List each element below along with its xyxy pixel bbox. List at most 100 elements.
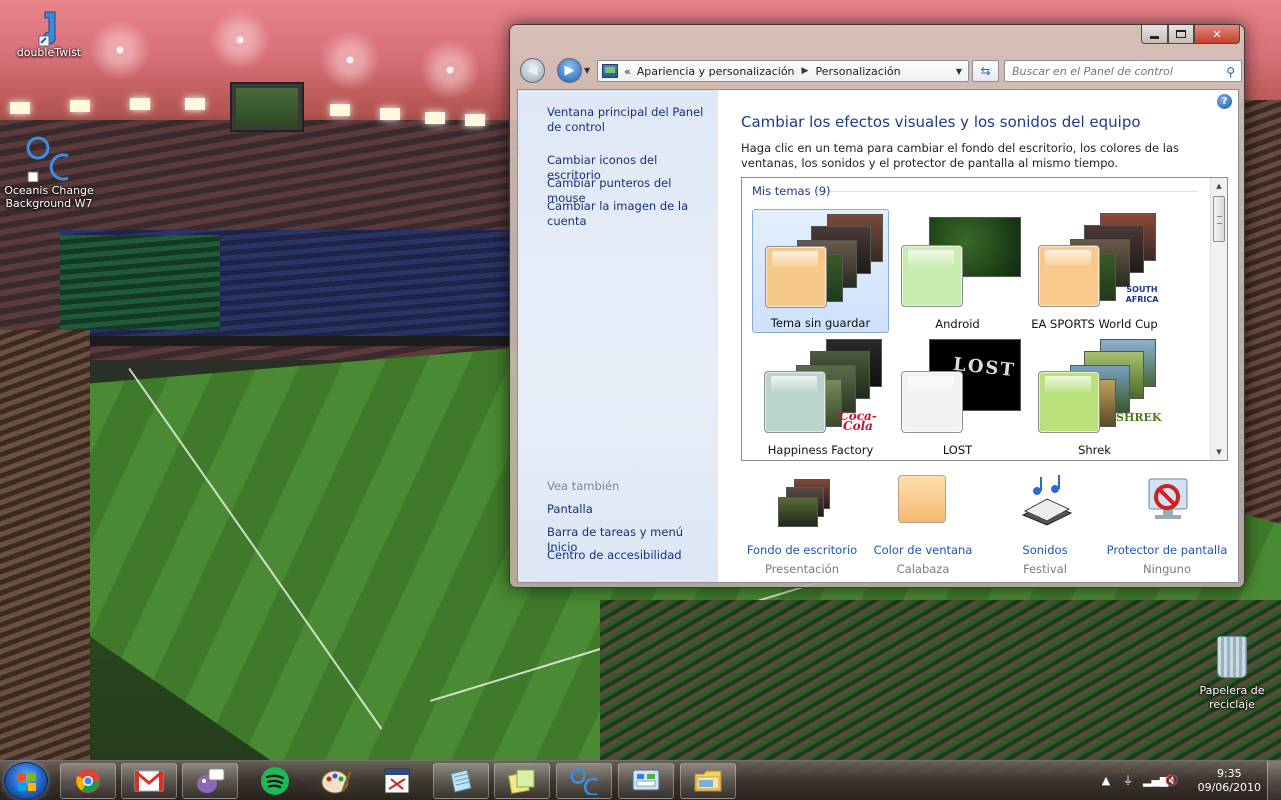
taskbar-paint[interactable]	[308, 763, 364, 799]
desktop-background-setting[interactable]: Fondo de escritorio Presentación	[737, 475, 867, 576]
network-signal-icon[interactable]: ▂▄▆	[1143, 774, 1168, 788]
close-button[interactable]: ✕	[1194, 25, 1240, 44]
taskbar-chrome[interactable]	[60, 763, 116, 799]
forward-button[interactable]: ▶	[557, 58, 582, 83]
maximize-button[interactable]	[1168, 25, 1194, 44]
screensaver-setting[interactable]: Protector de pantalla Ninguno	[1102, 475, 1232, 576]
theme-android[interactable]: Android	[889, 209, 1026, 333]
taskbar-control-panel[interactable]	[618, 763, 674, 799]
setting-value: Festival	[1023, 562, 1067, 576]
paint-icon	[321, 770, 351, 794]
explorer-icon	[694, 770, 722, 792]
setting-label: Sonidos	[1022, 543, 1068, 557]
breadcrumb-item[interactable]: Apariencia y personalización	[637, 65, 795, 78]
theme-name: Android	[935, 317, 980, 331]
recent-pages-dropdown[interactable]: ▼	[584, 66, 590, 75]
notepad-icon	[450, 769, 472, 793]
link-display[interactable]: Pantalla	[547, 502, 712, 517]
setting-value: Ninguno	[1143, 562, 1191, 576]
desktop-icon-label: Papelera de reciclaje	[1199, 684, 1265, 711]
sounds-icon	[1017, 475, 1073, 531]
spotify-icon	[261, 767, 289, 795]
theme-lost[interactable]: LOST LOST	[889, 335, 1026, 459]
address-dropdown-icon[interactable]: ▼	[956, 67, 962, 76]
desktop-icon-doubletwist[interactable]: doubleTwist	[4, 8, 94, 59]
desktop-icon-recycle-bin[interactable]: Papelera de reciclaje	[1190, 636, 1274, 712]
window-color-swatch	[901, 371, 963, 433]
window-color-icon	[895, 475, 951, 531]
ad-board	[90, 336, 510, 346]
maximize-icon	[1176, 30, 1186, 38]
themes-list[interactable]: Mis temas (9) Tema sin guardar Android S…	[741, 177, 1228, 461]
link-control-panel-home[interactable]: Ventana principal del Panel de control	[547, 105, 712, 135]
recycle-bin-icon	[1217, 636, 1247, 678]
minimize-button[interactable]	[1141, 25, 1168, 44]
desktop-icon-label: Oceanis Change Background W7	[4, 184, 94, 210]
oceanis-icon	[24, 134, 74, 183]
usb-device-icon[interactable]: ⏚	[1121, 774, 1135, 788]
floodlight	[70, 100, 90, 112]
scroll-up-button[interactable]: ▲	[1211, 178, 1227, 194]
theme-tema-sin-guardar[interactable]: Tema sin guardar	[752, 209, 889, 333]
link-ease-of-access[interactable]: Centro de accesibilidad	[547, 548, 712, 563]
themes-scrollbar[interactable]: ▲ ▼	[1210, 178, 1227, 460]
address-bar[interactable]: « Apariencia y personalización ▶ Persona…	[597, 60, 969, 82]
show-desktop-button[interactable]	[1267, 761, 1281, 800]
desktop-icon-oceanis[interactable]: Oceanis Change Background W7	[4, 134, 94, 210]
gmail-icon	[134, 770, 164, 792]
taskbar-gmail[interactable]	[121, 763, 177, 799]
window-color-swatch	[764, 371, 826, 433]
theme-ea-sports-world-cup[interactable]: SOUTH AFRICA EA SPORTS World Cup	[1026, 209, 1163, 333]
refresh-icon: ⇆	[980, 64, 991, 78]
taskbar-spotify[interactable]	[247, 763, 303, 799]
search-box[interactable]: ⚲	[1004, 60, 1242, 82]
refresh-button[interactable]: ⇆	[972, 60, 999, 82]
breadcrumb-item[interactable]: Personalización	[815, 65, 900, 78]
help-icon[interactable]: ?	[1217, 94, 1232, 109]
breadcrumb-separator[interactable]: ▶	[802, 66, 809, 76]
scroll-thumb[interactable]	[1213, 196, 1225, 242]
theme-shrek[interactable]: SHREK Shrek	[1026, 335, 1163, 459]
theme-preview: LOST	[899, 339, 1021, 433]
chrome-icon	[76, 769, 100, 793]
control-panel-icon	[602, 64, 618, 78]
forward-arrow-icon: ▶	[564, 63, 575, 78]
desktop-icon-label: doubleTwist	[16, 46, 82, 59]
oceanis-icon	[570, 768, 598, 795]
show-hidden-icons-icon[interactable]: ▲	[1099, 774, 1113, 788]
navigation-bar: ◀ ▶ ▼ « Apariencia y personalización ▶ P…	[518, 58, 1242, 84]
clock-time: 9:35	[1216, 767, 1242, 780]
window-content: Ventana principal del Panel de control C…	[517, 89, 1239, 583]
search-icon[interactable]: ⚲	[1226, 65, 1235, 79]
setting-value: Calabaza	[896, 562, 950, 576]
caption-buttons: ✕	[1141, 25, 1240, 44]
clock-date: 09/06/2010	[1197, 781, 1261, 794]
floodlight	[330, 104, 350, 116]
floodlight	[465, 114, 485, 126]
floodlight	[425, 112, 445, 124]
taskbar-oceanis[interactable]	[556, 763, 612, 799]
window-color-setting[interactable]: Color de ventana Calabaza	[858, 475, 988, 576]
theme-happiness-factory[interactable]: Coca-Cola Happiness Factory	[752, 335, 889, 459]
taskbar-screenshot-tool[interactable]	[369, 763, 425, 799]
taskbar-notepad[interactable]	[433, 763, 489, 799]
search-input[interactable]	[1012, 64, 1212, 78]
theme-preview	[899, 213, 1021, 307]
volume-muted-icon[interactable]: 🔇	[1165, 774, 1179, 788]
taskbar-sticky-notes[interactable]	[494, 763, 550, 799]
theme-name: EA SPORTS World Cup	[1031, 317, 1158, 331]
start-button[interactable]	[4, 762, 48, 800]
link-account-picture[interactable]: Cambiar la imagen de la cuenta	[547, 199, 712, 229]
clock[interactable]: 9:35 09/06/2010	[1198, 767, 1261, 795]
stadium-scoreboard	[230, 82, 304, 132]
floodlight	[380, 108, 400, 120]
taskbar-pidgin[interactable]	[182, 763, 238, 799]
back-button[interactable]: ◀	[520, 58, 545, 83]
taskbar-explorer[interactable]	[680, 763, 736, 799]
window-color-swatch	[901, 245, 963, 307]
sounds-setting[interactable]: Sonidos Festival	[980, 475, 1110, 576]
breadcrumb-overflow[interactable]: «	[624, 65, 631, 78]
theme-badge: Coca-Cola	[839, 409, 877, 433]
window-color-swatch	[765, 246, 827, 308]
scroll-down-button[interactable]: ▼	[1211, 444, 1227, 460]
